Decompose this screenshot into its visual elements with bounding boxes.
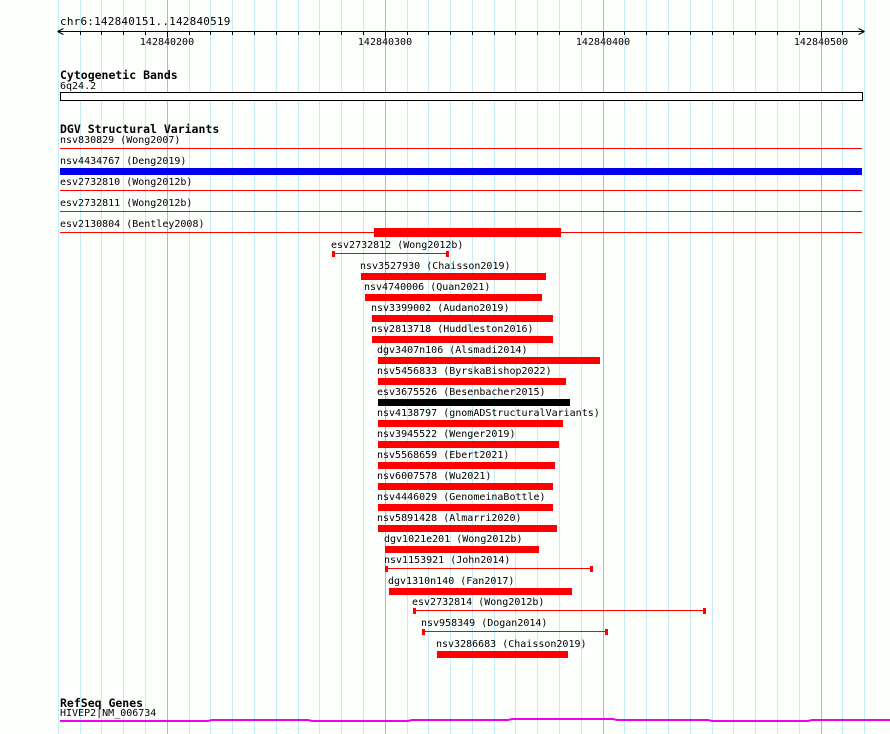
gene-structure[interactable] (0, 0, 890, 734)
genome-browser: chr6:142840151..142840519 142840200 14284… (0, 0, 890, 734)
